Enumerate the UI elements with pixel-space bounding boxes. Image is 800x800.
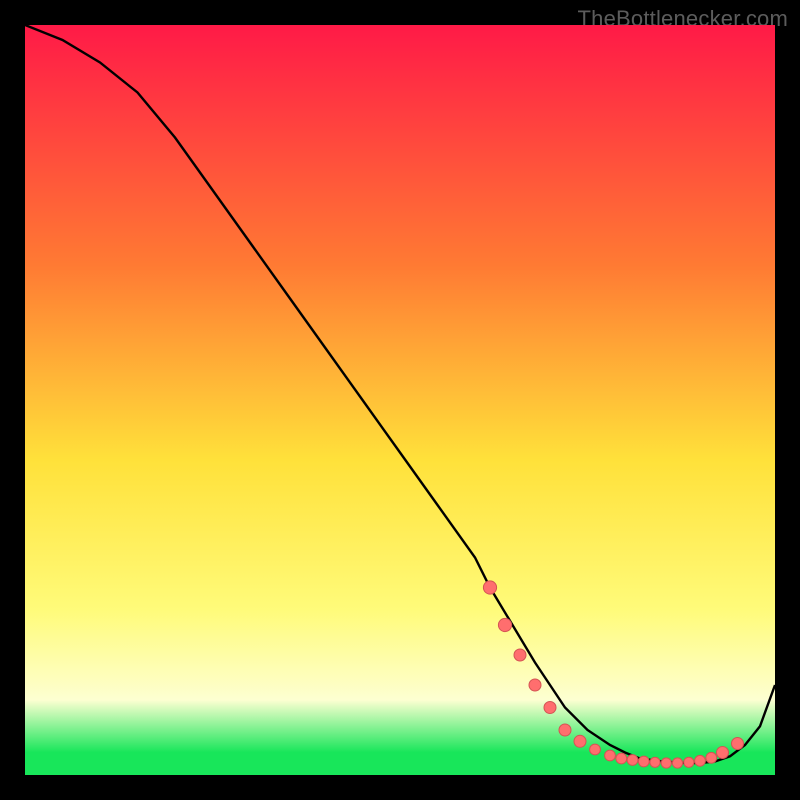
curve-marker <box>498 618 511 631</box>
curve-marker <box>627 755 638 766</box>
plot-area <box>25 25 775 775</box>
curve-marker <box>529 679 541 691</box>
curve-marker <box>661 758 671 768</box>
curve-marker <box>695 755 706 766</box>
chart-frame: TheBottlenecker.com <box>0 0 800 800</box>
curve-marker <box>638 756 649 767</box>
curve-marker <box>590 744 601 755</box>
heatmap-bg <box>25 25 775 775</box>
curve-marker <box>650 757 660 767</box>
curve-marker <box>717 747 729 759</box>
chart-svg <box>25 25 775 775</box>
curve-marker <box>559 724 571 736</box>
curve-marker <box>672 758 682 768</box>
curve-marker <box>616 753 627 764</box>
curve-marker <box>605 750 616 761</box>
curve-marker <box>544 702 556 714</box>
curve-marker <box>706 752 717 763</box>
curve-marker <box>732 738 744 750</box>
curve-marker <box>574 735 586 747</box>
curve-marker <box>483 581 496 594</box>
curve-marker <box>514 649 526 661</box>
curve-marker <box>684 757 694 767</box>
